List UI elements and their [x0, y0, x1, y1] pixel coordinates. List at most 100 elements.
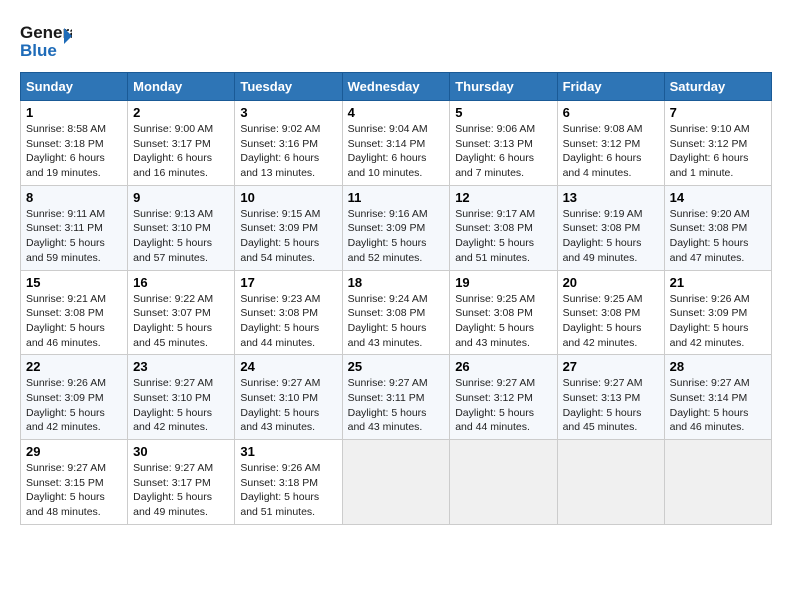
- day-cell: 23 Sunrise: 9:27 AMSunset: 3:10 PMDaylig…: [128, 355, 235, 440]
- day-cell: 15 Sunrise: 9:21 AMSunset: 3:08 PMDaylig…: [21, 270, 128, 355]
- day-number: 21: [670, 275, 766, 290]
- day-number: 28: [670, 359, 766, 374]
- day-number: 24: [240, 359, 336, 374]
- day-cell: 30 Sunrise: 9:27 AMSunset: 3:17 PMDaylig…: [128, 440, 235, 525]
- day-info: Sunrise: 9:27 AMSunset: 3:17 PMDaylight:…: [133, 462, 213, 518]
- day-cell: 5 Sunrise: 9:06 AMSunset: 3:13 PMDayligh…: [450, 101, 557, 186]
- day-cell: [342, 440, 450, 525]
- day-cell: 1 Sunrise: 8:58 AMSunset: 3:18 PMDayligh…: [21, 101, 128, 186]
- day-info: Sunrise: 9:06 AMSunset: 3:13 PMDaylight:…: [455, 123, 535, 179]
- day-cell: 25 Sunrise: 9:27 AMSunset: 3:11 PMDaylig…: [342, 355, 450, 440]
- day-info: Sunrise: 9:26 AMSunset: 3:09 PMDaylight:…: [26, 377, 106, 433]
- day-info: Sunrise: 9:22 AMSunset: 3:07 PMDaylight:…: [133, 293, 213, 349]
- day-info: Sunrise: 9:13 AMSunset: 3:10 PMDaylight:…: [133, 208, 213, 264]
- day-number: 11: [348, 190, 445, 205]
- day-number: 8: [26, 190, 122, 205]
- week-row-2: 8 Sunrise: 9:11 AMSunset: 3:11 PMDayligh…: [21, 185, 772, 270]
- day-number: 30: [133, 444, 229, 459]
- day-cell: 19 Sunrise: 9:25 AMSunset: 3:08 PMDaylig…: [450, 270, 557, 355]
- day-info: Sunrise: 9:27 AMSunset: 3:13 PMDaylight:…: [563, 377, 643, 433]
- day-info: Sunrise: 9:23 AMSunset: 3:08 PMDaylight:…: [240, 293, 320, 349]
- day-number: 19: [455, 275, 551, 290]
- day-number: 17: [240, 275, 336, 290]
- day-cell: 20 Sunrise: 9:25 AMSunset: 3:08 PMDaylig…: [557, 270, 664, 355]
- day-cell: 11 Sunrise: 9:16 AMSunset: 3:09 PMDaylig…: [342, 185, 450, 270]
- col-header-thursday: Thursday: [450, 73, 557, 101]
- day-cell: 3 Sunrise: 9:02 AMSunset: 3:16 PMDayligh…: [235, 101, 342, 186]
- week-row-4: 22 Sunrise: 9:26 AMSunset: 3:09 PMDaylig…: [21, 355, 772, 440]
- day-number: 6: [563, 105, 659, 120]
- day-info: Sunrise: 9:00 AMSunset: 3:17 PMDaylight:…: [133, 123, 213, 179]
- svg-text:Blue: Blue: [20, 41, 57, 60]
- day-info: Sunrise: 9:27 AMSunset: 3:11 PMDaylight:…: [348, 377, 428, 433]
- day-info: Sunrise: 8:58 AMSunset: 3:18 PMDaylight:…: [26, 123, 106, 179]
- day-cell: 28 Sunrise: 9:27 AMSunset: 3:14 PMDaylig…: [664, 355, 771, 440]
- day-number: 25: [348, 359, 445, 374]
- day-cell: 17 Sunrise: 9:23 AMSunset: 3:08 PMDaylig…: [235, 270, 342, 355]
- col-header-saturday: Saturday: [664, 73, 771, 101]
- day-info: Sunrise: 9:24 AMSunset: 3:08 PMDaylight:…: [348, 293, 428, 349]
- col-header-monday: Monday: [128, 73, 235, 101]
- day-number: 7: [670, 105, 766, 120]
- day-cell: 24 Sunrise: 9:27 AMSunset: 3:10 PMDaylig…: [235, 355, 342, 440]
- day-cell: 21 Sunrise: 9:26 AMSunset: 3:09 PMDaylig…: [664, 270, 771, 355]
- day-number: 10: [240, 190, 336, 205]
- day-number: 15: [26, 275, 122, 290]
- day-info: Sunrise: 9:27 AMSunset: 3:14 PMDaylight:…: [670, 377, 750, 433]
- col-header-friday: Friday: [557, 73, 664, 101]
- day-info: Sunrise: 9:16 AMSunset: 3:09 PMDaylight:…: [348, 208, 428, 264]
- day-info: Sunrise: 9:26 AMSunset: 3:09 PMDaylight:…: [670, 293, 750, 349]
- day-number: 22: [26, 359, 122, 374]
- day-info: Sunrise: 9:15 AMSunset: 3:09 PMDaylight:…: [240, 208, 320, 264]
- day-number: 5: [455, 105, 551, 120]
- day-number: 29: [26, 444, 122, 459]
- day-cell: 18 Sunrise: 9:24 AMSunset: 3:08 PMDaylig…: [342, 270, 450, 355]
- day-info: Sunrise: 9:25 AMSunset: 3:08 PMDaylight:…: [455, 293, 535, 349]
- day-cell: 4 Sunrise: 9:04 AMSunset: 3:14 PMDayligh…: [342, 101, 450, 186]
- day-number: 31: [240, 444, 336, 459]
- day-info: Sunrise: 9:19 AMSunset: 3:08 PMDaylight:…: [563, 208, 643, 264]
- day-info: Sunrise: 9:17 AMSunset: 3:08 PMDaylight:…: [455, 208, 535, 264]
- day-info: Sunrise: 9:02 AMSunset: 3:16 PMDaylight:…: [240, 123, 320, 179]
- day-cell: 22 Sunrise: 9:26 AMSunset: 3:09 PMDaylig…: [21, 355, 128, 440]
- day-cell: 29 Sunrise: 9:27 AMSunset: 3:15 PMDaylig…: [21, 440, 128, 525]
- day-cell: 9 Sunrise: 9:13 AMSunset: 3:10 PMDayligh…: [128, 185, 235, 270]
- col-header-sunday: Sunday: [21, 73, 128, 101]
- day-info: Sunrise: 9:27 AMSunset: 3:10 PMDaylight:…: [240, 377, 320, 433]
- day-info: Sunrise: 9:21 AMSunset: 3:08 PMDaylight:…: [26, 293, 106, 349]
- day-cell: [557, 440, 664, 525]
- day-cell: 27 Sunrise: 9:27 AMSunset: 3:13 PMDaylig…: [557, 355, 664, 440]
- logo: General Blue: [20, 20, 72, 62]
- day-number: 20: [563, 275, 659, 290]
- day-cell: 6 Sunrise: 9:08 AMSunset: 3:12 PMDayligh…: [557, 101, 664, 186]
- logo-icon: General Blue: [20, 20, 72, 62]
- day-number: 13: [563, 190, 659, 205]
- day-number: 16: [133, 275, 229, 290]
- day-number: 1: [26, 105, 122, 120]
- day-cell: 7 Sunrise: 9:10 AMSunset: 3:12 PMDayligh…: [664, 101, 771, 186]
- day-cell: [450, 440, 557, 525]
- day-cell: 26 Sunrise: 9:27 AMSunset: 3:12 PMDaylig…: [450, 355, 557, 440]
- day-cell: 14 Sunrise: 9:20 AMSunset: 3:08 PMDaylig…: [664, 185, 771, 270]
- day-number: 14: [670, 190, 766, 205]
- col-header-wednesday: Wednesday: [342, 73, 450, 101]
- day-cell: [664, 440, 771, 525]
- week-row-5: 29 Sunrise: 9:27 AMSunset: 3:15 PMDaylig…: [21, 440, 772, 525]
- day-info: Sunrise: 9:27 AMSunset: 3:12 PMDaylight:…: [455, 377, 535, 433]
- day-info: Sunrise: 9:25 AMSunset: 3:08 PMDaylight:…: [563, 293, 643, 349]
- day-info: Sunrise: 9:08 AMSunset: 3:12 PMDaylight:…: [563, 123, 643, 179]
- week-row-3: 15 Sunrise: 9:21 AMSunset: 3:08 PMDaylig…: [21, 270, 772, 355]
- calendar-table: SundayMondayTuesdayWednesdayThursdayFrid…: [20, 72, 772, 525]
- day-info: Sunrise: 9:10 AMSunset: 3:12 PMDaylight:…: [670, 123, 750, 179]
- day-info: Sunrise: 9:20 AMSunset: 3:08 PMDaylight:…: [670, 208, 750, 264]
- day-number: 9: [133, 190, 229, 205]
- week-row-1: 1 Sunrise: 8:58 AMSunset: 3:18 PMDayligh…: [21, 101, 772, 186]
- day-number: 4: [348, 105, 445, 120]
- day-number: 3: [240, 105, 336, 120]
- day-cell: 2 Sunrise: 9:00 AMSunset: 3:17 PMDayligh…: [128, 101, 235, 186]
- day-info: Sunrise: 9:04 AMSunset: 3:14 PMDaylight:…: [348, 123, 428, 179]
- day-info: Sunrise: 9:27 AMSunset: 3:10 PMDaylight:…: [133, 377, 213, 433]
- day-cell: 10 Sunrise: 9:15 AMSunset: 3:09 PMDaylig…: [235, 185, 342, 270]
- col-header-tuesday: Tuesday: [235, 73, 342, 101]
- day-info: Sunrise: 9:27 AMSunset: 3:15 PMDaylight:…: [26, 462, 106, 518]
